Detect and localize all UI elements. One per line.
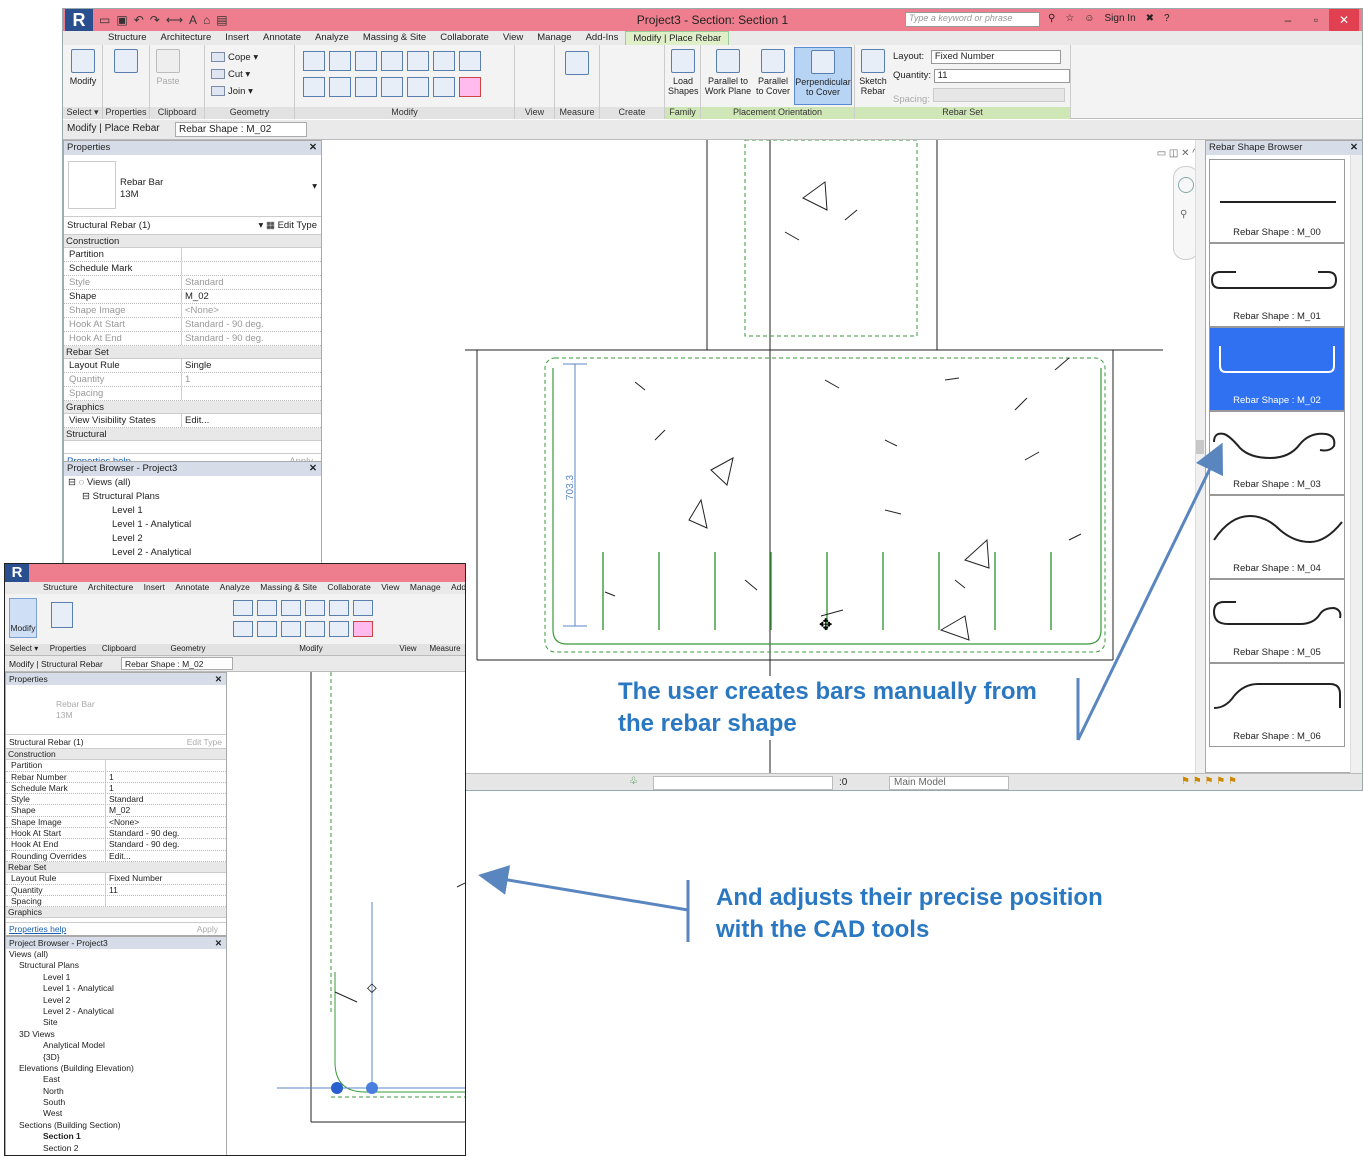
annotation-second: And adjusts their precise position with … <box>716 884 1103 943</box>
arrow-to-inset <box>478 865 689 912</box>
annotation-first: The user creates bars manually from the … <box>618 676 1068 740</box>
annotation-arrows <box>478 442 1223 942</box>
arrow-to-shape-browser <box>1076 442 1223 741</box>
